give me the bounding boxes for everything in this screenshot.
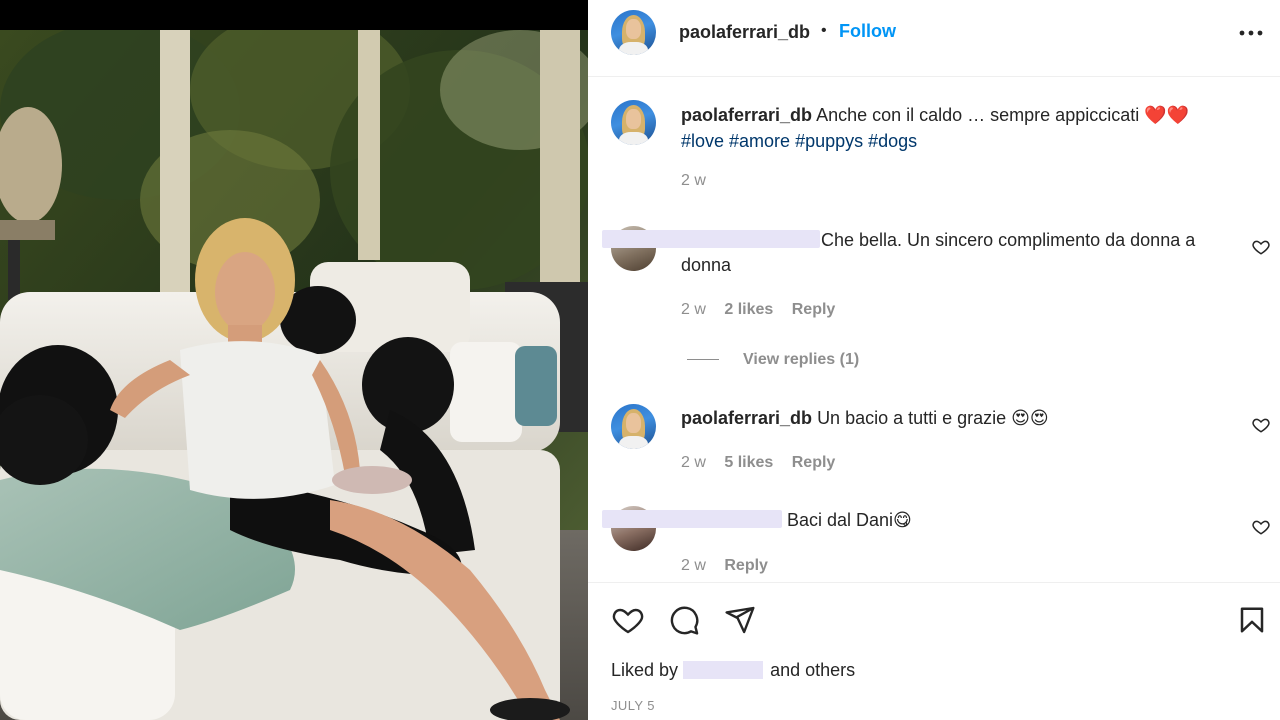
caption-text: Anche con il caldo … sempre appiccicati … <box>816 105 1190 125</box>
comment-time: 2 w <box>681 301 706 318</box>
share-paper-plane-icon[interactable] <box>723 603 757 637</box>
comment-time: 2 w <box>681 557 706 574</box>
caption-username[interactable]: paolaferrari_db <box>681 105 812 125</box>
caption-time: 2 w <box>681 172 706 189</box>
view-replies-button[interactable]: View replies (1) <box>743 351 859 369</box>
post-date: JULY 5 <box>611 698 655 713</box>
reply-button[interactable]: Reply <box>724 557 768 574</box>
caption: paolaferrari_db Anche con il caldo … sem… <box>681 102 1251 154</box>
comment-meta: 2 w 5 likes Reply <box>681 454 835 472</box>
comment-like-heart-icon[interactable] <box>1252 238 1270 261</box>
comment-like-heart-icon[interactable] <box>1252 416 1270 439</box>
liked-by-line: Liked by and others <box>611 660 855 681</box>
redacted-liker[interactable] <box>683 661 764 679</box>
post-header: paolaferrari_db • Follow <box>588 0 1280 77</box>
like-heart-icon[interactable] <box>611 603 645 637</box>
comment-like-heart-icon[interactable] <box>1252 518 1270 541</box>
post-actions-bar: Liked by and others JULY 5 <box>588 582 1280 720</box>
caption-hashtags[interactable]: #love #amore #puppys #dogs <box>681 131 917 151</box>
comment-username[interactable]: paolaferrari_db <box>681 408 812 428</box>
replies-divider <box>687 359 719 360</box>
comment-text: Che bella. Un sincero complimento da don… <box>681 230 1196 275</box>
commenter-avatar[interactable] <box>611 404 656 449</box>
comment-meta: 2 w Reply <box>681 557 768 575</box>
liked-by-prefix: Liked by <box>611 660 679 680</box>
caption-author-avatar[interactable] <box>611 100 656 145</box>
comment-meta: 2 w 2 likes Reply <box>681 301 835 319</box>
comment-text: paolaferrari_db Un bacio a tutti e grazi… <box>681 408 1049 428</box>
photo-top-bar <box>0 0 588 30</box>
post-image <box>0 30 588 720</box>
more-options-icon[interactable] <box>1238 22 1264 42</box>
author-username[interactable]: paolaferrari_db <box>679 22 810 43</box>
post-photo[interactable] <box>0 0 588 720</box>
post-details-panel: paolaferrari_db • Follow paolaferrari_db… <box>588 0 1280 720</box>
author-avatar[interactable] <box>611 10 656 55</box>
comment-time: 2 w <box>681 454 706 471</box>
comment-likes[interactable]: 2 likes <box>724 301 773 318</box>
comment-likes[interactable]: 5 likes <box>724 454 773 471</box>
follow-button[interactable]: Follow <box>839 21 896 42</box>
liked-by-suffix[interactable]: and others <box>770 660 855 680</box>
comment-bubble-icon[interactable] <box>667 603 701 637</box>
comment-text: Baci dal Dani😋 <box>787 510 912 530</box>
save-bookmark-icon[interactable] <box>1235 603 1269 637</box>
reply-button[interactable]: Reply <box>792 454 836 471</box>
reply-button[interactable]: Reply <box>792 301 836 318</box>
separator-dot: • <box>821 22 827 39</box>
